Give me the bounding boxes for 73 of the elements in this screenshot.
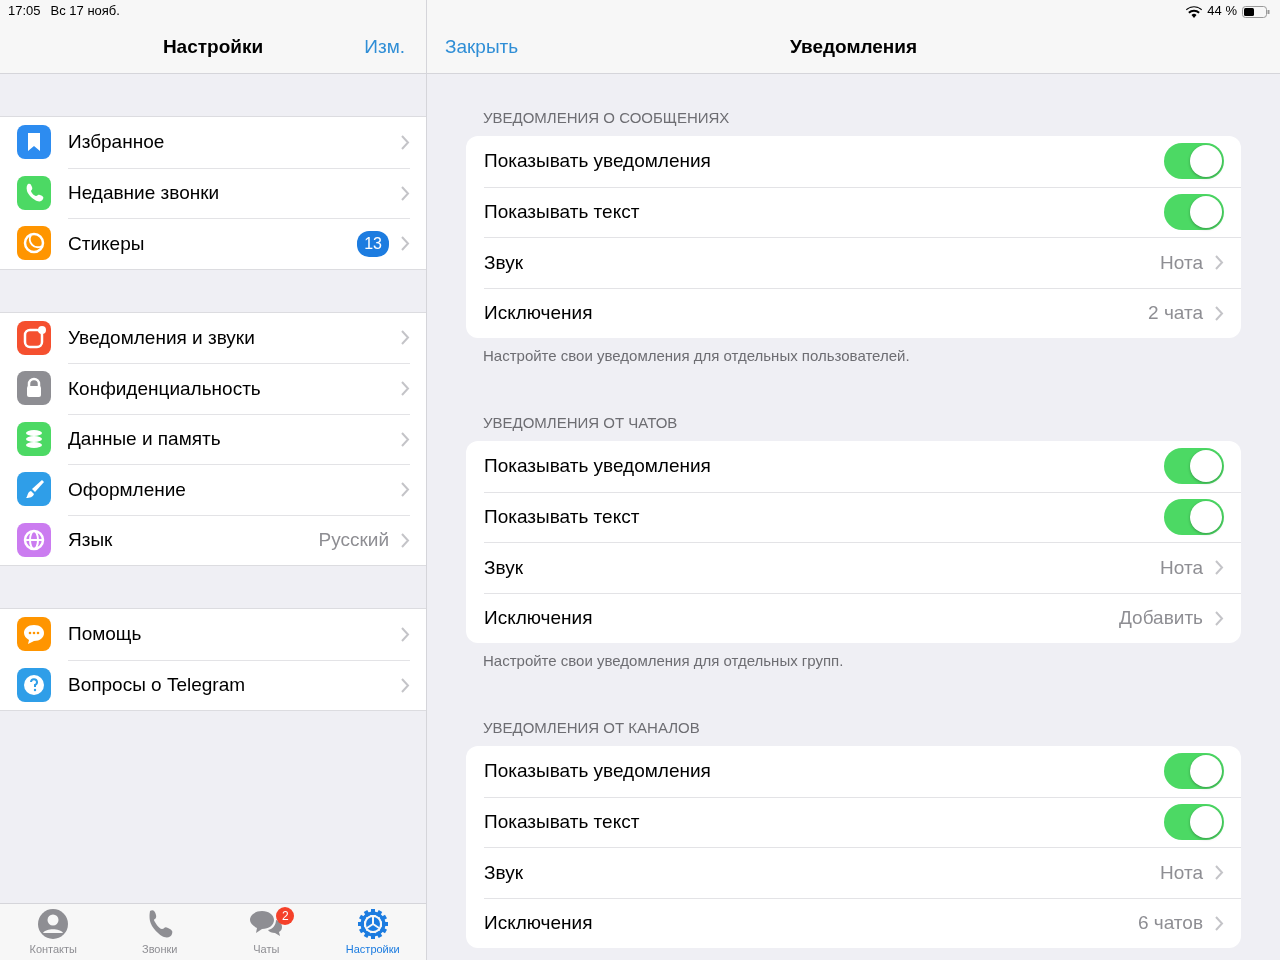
- chevron-icon: [1215, 915, 1224, 931]
- settings-item[interactable]: Стикеры 13: [0, 218, 426, 269]
- row-label: Исключения: [484, 606, 594, 630]
- row-label: Звук: [484, 555, 524, 580]
- row-value[interactable]: Нота: [1160, 553, 1203, 582]
- settings-item[interactable]: Язык Русский: [0, 514, 426, 565]
- row-value[interactable]: Нота: [1160, 858, 1203, 887]
- settings-item[interactable]: Недавние звонки: [0, 167, 426, 218]
- tab-item[interactable]: Чаты 2: [213, 904, 320, 960]
- person-icon: [37, 908, 70, 940]
- settings-item[interactable]: Уведомления и звуки: [0, 312, 426, 363]
- section-header: УВЕДОМЛЕНИЯ О СООБЩЕНИЯХ: [482, 108, 731, 128]
- chevron-icon: [401, 532, 410, 548]
- settings-item[interactable]: Оформление: [0, 464, 426, 515]
- status-time: 17:05: [8, 2, 41, 21]
- row-label: Звук: [484, 860, 524, 885]
- section-header: УВЕДОМЛЕНИЯ ОТ ЧАТОВ: [482, 413, 679, 433]
- settings-icon: [356, 908, 389, 940]
- settings-item[interactable]: Данные и память: [0, 413, 426, 464]
- row-value[interactable]: Нота: [1160, 248, 1203, 277]
- toggle-switch[interactable]: [1164, 194, 1224, 231]
- chevron-icon: [1215, 560, 1224, 576]
- row-value[interactable]: 6 чатов: [1137, 909, 1203, 938]
- toggle-switch[interactable]: [1164, 499, 1224, 536]
- chevron-icon: [1215, 305, 1224, 321]
- chevron-icon: [401, 677, 410, 693]
- toggle-switch[interactable]: [1164, 804, 1224, 841]
- row-label: Показывать уведомления: [484, 454, 712, 478]
- row-value[interactable]: 2 чата: [1148, 299, 1203, 328]
- chevron-icon: [401, 381, 410, 397]
- edit-button[interactable]: Изм.: [364, 33, 405, 62]
- chevron-icon: [401, 134, 410, 150]
- chevron-icon: [401, 185, 410, 201]
- row-label: Показывать уведомления: [484, 759, 712, 783]
- row-value[interactable]: Добавить: [1119, 604, 1203, 633]
- toggle-switch[interactable]: [1164, 143, 1224, 180]
- chevron-icon: [401, 482, 410, 498]
- close-button[interactable]: Закрыть: [445, 33, 519, 62]
- row-label: Показывать текст: [484, 200, 641, 224]
- tab-item[interactable]: Звонки: [106, 904, 213, 960]
- row-label: Показывать текст: [484, 505, 641, 529]
- row-label: Исключения: [484, 301, 594, 325]
- status-date: Вс 17 нояб.: [50, 2, 120, 21]
- chevron-icon: [1215, 865, 1224, 881]
- battery-icon: [1242, 5, 1270, 18]
- tab-item[interactable]: Контакты: [0, 904, 107, 960]
- nav-title: Настройки: [162, 35, 264, 60]
- chevron-icon: [401, 626, 410, 642]
- chevron-icon: [1215, 610, 1224, 626]
- wifi-icon: [1186, 5, 1203, 18]
- toggle-switch[interactable]: [1164, 753, 1224, 790]
- row-label: Исключения: [484, 911, 594, 935]
- section-footer: Настройте свои уведомления для отдельных групп.: [466, 643, 1241, 679]
- chevron-icon: [1215, 255, 1224, 271]
- chevron-icon: [401, 330, 410, 346]
- settings-item[interactable]: Вопросы о Telegram: [0, 659, 426, 710]
- toggle-switch[interactable]: [1164, 448, 1224, 485]
- row-label: Звук: [484, 250, 524, 275]
- battery-percent: 44 %: [1207, 2, 1237, 21]
- chevron-icon: [401, 431, 410, 447]
- settings-item[interactable]: Конфиденциальность: [0, 363, 426, 414]
- count-badge: 13: [357, 230, 389, 257]
- item-value: Русский: [318, 528, 389, 552]
- settings-item[interactable]: Помощь: [0, 609, 426, 660]
- unread-badge: 2: [276, 907, 295, 925]
- chevron-icon: [401, 236, 410, 252]
- tab-item[interactable]: Настройки: [319, 904, 426, 960]
- nav-title: Уведомления: [789, 35, 918, 60]
- section-footer: Настройте свои уведомления для отдельных пользователей.: [466, 338, 1241, 374]
- settings-item[interactable]: Избранное: [0, 117, 426, 168]
- row-label: Показывать текст: [484, 810, 641, 834]
- row-label: Показывать уведомления: [484, 149, 712, 173]
- section-header: УВЕДОМЛЕНИЯ ОТ КАНАЛОВ: [482, 718, 701, 738]
